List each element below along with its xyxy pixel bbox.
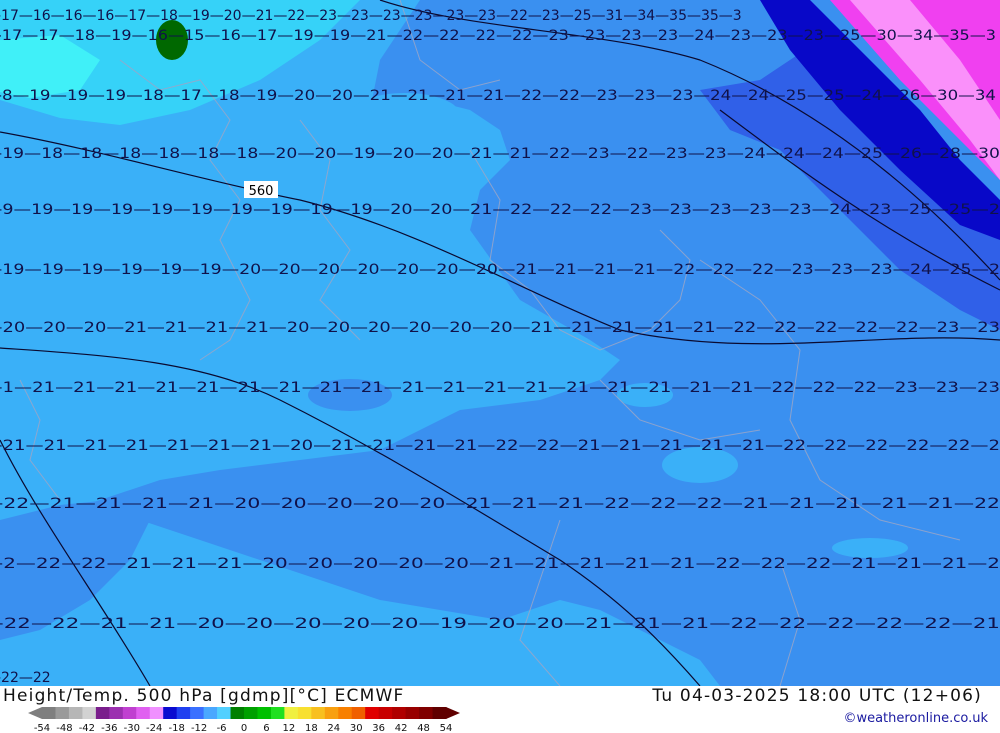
legend-ticks: -54 -48 -42 -36 -30 -24 -18 -12 -6 0 6 12 18 24 30 36 42… <box>34 723 453 732</box>
legend-tick-label: -54 <box>34 723 50 732</box>
legend-swatch <box>122 707 137 719</box>
product-title: Height/Temp. 500 hPa [gdmp][°C] ECMWF <box>3 686 405 706</box>
legend-swatch <box>55 707 70 719</box>
legend-tick-label: -30 <box>124 723 140 732</box>
legend-swatch <box>95 707 110 719</box>
legend-swatch <box>432 707 447 719</box>
legend-swatch <box>203 707 218 719</box>
legend-swatch <box>419 707 434 719</box>
legend-tick-label: 30 <box>350 723 363 732</box>
credit-link[interactable]: ©weatheronline.co.uk <box>843 711 988 726</box>
legend-tick-label: 36 <box>372 723 385 732</box>
legend-tick-label: -18 <box>168 723 184 732</box>
isotherm-row: -21—21—21—21—21—21—21—20—21—21—21—21—22—… <box>0 438 1000 454</box>
legend-tick-label: 18 <box>305 723 318 732</box>
legend-swatch <box>392 707 407 719</box>
legend-swatch <box>351 707 366 719</box>
isotherm-row: -2—22—22—21—21—21—20—20—20—20—20—21—21—2… <box>0 556 1000 572</box>
legend-swatch <box>244 707 258 719</box>
legend-swatch <box>82 707 97 719</box>
legend-swatch <box>405 707 420 719</box>
legend-swatch <box>149 707 164 719</box>
map-canvas: 560 -17—16—16—16—17—18—19—20—21—22—23—23… <box>0 0 1000 686</box>
legend-arrow-right <box>446 707 460 719</box>
legend-swatch <box>297 707 312 719</box>
isotherm-row: -8—19—19—19—18—17—18—19—20—20—21—21—21—2… <box>0 88 996 104</box>
legend-tick-label: 48 <box>417 723 430 732</box>
legend-tick-label: -12 <box>191 723 207 732</box>
legend-swatch <box>365 707 380 719</box>
legend-arrow-left <box>28 707 42 719</box>
legend-swatch <box>190 707 205 719</box>
legend-tick-label: 42 <box>395 723 408 732</box>
legend-swatch <box>217 707 232 719</box>
legend-tick-label: 24 <box>327 723 340 732</box>
valid-time: Tu 04-03-2025 18:00 UTC (12+06) <box>652 686 982 706</box>
isotherm-row: -9—19—19—19—19—19—19—19—19—19—20—20—21—2… <box>0 202 1000 218</box>
legend-swatch <box>230 707 245 719</box>
legend-swatch <box>311 707 326 719</box>
isotherm-row: -22—22—21—21—20—20—20—20—20—19—20—20—21—… <box>0 616 1000 632</box>
legend-swatch <box>136 707 151 719</box>
isotherm-row: -17—16—16—16—17—18—19—20—21—22—23—23—23—… <box>0 8 742 24</box>
legend-tick-label: -24 <box>146 723 162 732</box>
temp-pocket-4 <box>832 538 908 558</box>
height-label: 560 <box>249 184 274 199</box>
legend-swatch <box>284 707 299 719</box>
legend-swatch <box>257 707 272 719</box>
legend-swatches <box>28 707 460 719</box>
legend-swatch <box>378 707 393 719</box>
color-legend: -54 -48 -42 -36 -30 -24 -18 -12 -6 0 6 12 18 24 30 36 42… <box>28 707 460 732</box>
isotherm-row: -22—22 <box>0 670 51 686</box>
weather-map: 560 -17—16—16—16—17—18—19—20—21—22—23—23… <box>0 0 1000 686</box>
legend-tick-label: 12 <box>283 723 296 732</box>
isotherm-row: -22—21—21—21—21—20—20—20—20—20—21—21—21—… <box>0 496 1000 512</box>
legend-tick-label: 0 <box>241 723 247 732</box>
legend-tick-label: 6 <box>263 723 269 732</box>
legend-tick-label: -36 <box>101 723 117 732</box>
legend-swatch <box>270 707 285 719</box>
legend-swatch <box>42 707 56 719</box>
legend-tick-label: -42 <box>79 723 95 732</box>
isotherm-row: -17—17—18—19—16—15—16—17—19—19—21—22—22—… <box>0 28 996 44</box>
isotherm-row: -20—20—20—21—21—21—21—20—20—20—20—20—20—… <box>0 320 1000 336</box>
legend-swatch <box>324 707 339 719</box>
legend-swatch <box>338 707 353 719</box>
legend-swatch <box>109 707 124 719</box>
isotherm-row: -19—18—18—18—18—18—18—20—20—19—20—20—21—… <box>0 146 1000 162</box>
legend-swatch <box>163 707 178 719</box>
map-footer: Height/Temp. 500 hPa [gdmp][°C] ECMWF Tu… <box>0 686 1000 733</box>
legend-swatch <box>68 707 83 719</box>
isotherm-row: -1—21—21—21—21—21—21—21—21—21—21—21—21—2… <box>0 380 1000 396</box>
legend-tick-label: -6 <box>217 723 227 732</box>
isotherm-row: -19—19—19—19—19—19—20—20—20—20—20—20—20—… <box>0 262 1000 278</box>
legend-tick-label: 54 <box>440 723 453 732</box>
legend-tick-label: -48 <box>56 723 72 732</box>
legend-swatch <box>176 707 191 719</box>
